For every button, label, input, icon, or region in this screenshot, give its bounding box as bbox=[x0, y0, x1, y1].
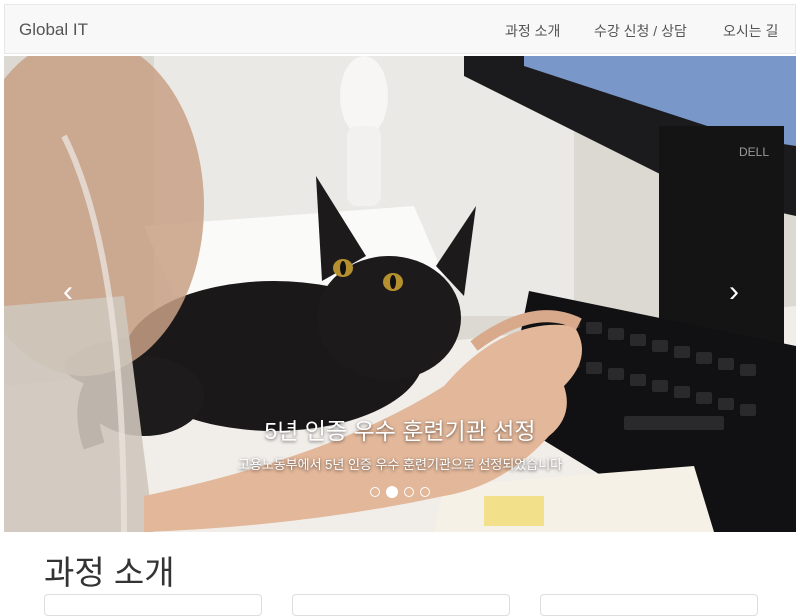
carousel-indicator-3[interactable] bbox=[404, 487, 414, 497]
carousel-next-button[interactable]: › bbox=[704, 242, 764, 342]
carousel-indicator-2[interactable] bbox=[386, 486, 398, 498]
nav-link-course-intro[interactable]: 과정 소개 bbox=[505, 21, 560, 41]
section-title: 과정 소개 bbox=[44, 554, 175, 591]
nav-link-enroll-consult[interactable]: 수강 신청 / 상담 bbox=[594, 21, 687, 41]
brand-link[interactable]: Global IT bbox=[19, 20, 88, 40]
course-card[interactable] bbox=[292, 594, 510, 616]
carousel-prev-button[interactable]: ‹ bbox=[38, 242, 98, 342]
carousel-indicator-4[interactable] bbox=[420, 487, 430, 497]
chevron-right-icon: › bbox=[729, 275, 739, 308]
top-navbar: Global IT 과정 소개 수강 신청 / 상담 오시는 길 bbox=[4, 4, 796, 54]
chevron-left-icon: ‹ bbox=[63, 275, 73, 308]
course-card[interactable] bbox=[540, 594, 758, 616]
hero-carousel: DELL ‹ › 5년 인증 우수 훈련기관 선정 고용노동부에서 5년 인증 … bbox=[4, 56, 796, 532]
course-card[interactable] bbox=[44, 594, 262, 616]
nav-link-directions[interactable]: 오시는 길 bbox=[723, 21, 778, 41]
carousel-indicators bbox=[4, 486, 796, 498]
slide-subtitle: 고용노동부에서 5년 인증 우수 훈련기관으로 선정되었습니다 bbox=[237, 457, 563, 472]
carousel-indicator-1[interactable] bbox=[370, 487, 380, 497]
slide-title: 5년 인증 우수 훈련기관 선정 bbox=[264, 418, 536, 444]
monitor-brand-logo: DELL bbox=[739, 145, 769, 159]
